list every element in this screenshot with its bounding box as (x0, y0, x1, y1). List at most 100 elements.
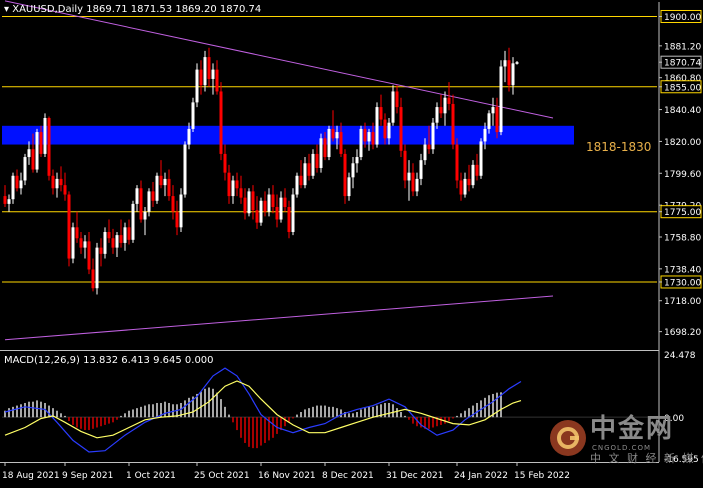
candle-body (411, 172, 415, 192)
candle-body (199, 69, 203, 86)
candle-body (47, 118, 51, 176)
candle-body (487, 113, 491, 129)
candle-body (427, 144, 431, 150)
ohlc-values: 1869.71 1871.53 1869.20 1870.74 (86, 4, 262, 15)
candle-body (43, 118, 47, 154)
candle-body (255, 210, 259, 223)
candle-body (343, 153, 347, 197)
candle-body (483, 128, 487, 142)
candle-body (119, 235, 123, 243)
candle-body (111, 238, 115, 248)
candle-body (451, 103, 455, 145)
candle-body (407, 172, 411, 181)
candle-body (259, 200, 263, 223)
candle-body (7, 199, 11, 204)
candle-body (247, 191, 251, 214)
date-tick-label: 16 Nov 2021 (258, 471, 316, 481)
candle-body (123, 227, 127, 243)
candle-body (495, 107, 499, 133)
candle-body (183, 144, 187, 195)
candle-body (87, 241, 91, 270)
candle-body (299, 175, 303, 186)
candle-body (291, 194, 295, 232)
price-tick-label: 1718.00 (664, 297, 701, 307)
price-tick-label: 1730.00 (664, 278, 701, 288)
candle-body (391, 91, 395, 123)
candle-body (375, 107, 379, 145)
candle-body (239, 188, 243, 198)
candle-body (499, 66, 503, 133)
candle-body (67, 194, 71, 259)
watermark-title: 中金网 (590, 414, 675, 444)
candle-body (227, 172, 231, 197)
candle-body (319, 138, 323, 168)
candle-body (323, 138, 327, 158)
candle-body (179, 194, 183, 228)
collapse-triangle-icon[interactable]: ▾ (4, 4, 9, 15)
candle-body (467, 178, 471, 186)
candle-body (55, 178, 59, 189)
candle-body (395, 91, 399, 108)
candle-body (363, 128, 367, 142)
candle-body (175, 211, 179, 228)
candle-body (235, 180, 239, 189)
candle-body (147, 191, 151, 212)
candle-body (479, 141, 483, 176)
candle-body (127, 227, 131, 240)
chart-root: 1900.00 1881.20 1870.74 1860.80 1855.00 1840.… (0, 0, 703, 484)
candle-body (27, 149, 31, 158)
candle-body (59, 178, 63, 186)
candle-body (387, 122, 391, 139)
watermark: 中金网 CNGOLD.COM 中 文 财 经 新 媒 体 (548, 412, 703, 472)
candle-body (219, 91, 223, 154)
candle-body (75, 227, 79, 239)
price-tick-label: 1840.40 (664, 106, 701, 116)
candle-body (339, 132, 343, 154)
candle-body (491, 107, 495, 114)
date-tick-label: 31 Dec 2021 (386, 471, 444, 481)
watermark-site: CNGOLD.COM (592, 444, 652, 452)
candle-body (191, 102, 195, 129)
candle-body (367, 132, 371, 142)
symbol-header: ▾ XAUUSD,Daily 1869.71 1871.53 1869.20 1… (4, 4, 261, 16)
candle-body (243, 197, 247, 214)
candle-body (471, 164, 475, 186)
price-tick-label: 1738.40 (664, 265, 701, 275)
candle-body (23, 157, 27, 181)
candle-body (507, 60, 511, 86)
candle-body (131, 203, 135, 240)
candle-body (331, 128, 335, 139)
candle-body (135, 188, 139, 204)
date-tick-label: 8 Dec 2021 (322, 471, 374, 481)
candle-body (211, 69, 215, 79)
date-tick-label: 25 Oct 2021 (194, 471, 250, 481)
candle-body (283, 197, 287, 208)
candle-body (51, 175, 55, 189)
candle-body (359, 128, 363, 158)
candle-body (79, 238, 83, 248)
candle-body (71, 227, 75, 259)
candle-body (515, 62, 519, 64)
candle-body (223, 153, 227, 173)
candle-body (143, 211, 147, 220)
candle-body (103, 232, 107, 254)
candle-body (15, 175, 19, 189)
candle-body (419, 160, 423, 179)
candle-body (63, 185, 67, 195)
candle-body (167, 178, 171, 197)
price-tick-label: 1820.00 (664, 138, 701, 148)
price-tick-label: 1775.00 (664, 208, 701, 218)
candle-body (207, 57, 211, 79)
candle-body (139, 188, 143, 220)
candle-body (39, 132, 43, 154)
candle-body (115, 235, 119, 248)
candle-body (231, 180, 235, 197)
candle-body (295, 175, 299, 195)
candle-body (379, 107, 383, 120)
candle-body (171, 196, 175, 212)
candle-body (215, 69, 219, 92)
date-tick-label: 24 Jan 2022 (454, 471, 508, 481)
candle-body (371, 132, 375, 145)
date-tick-label: 18 Aug 2021 (2, 471, 60, 481)
price-tick-label: 1870.74 (664, 59, 701, 69)
